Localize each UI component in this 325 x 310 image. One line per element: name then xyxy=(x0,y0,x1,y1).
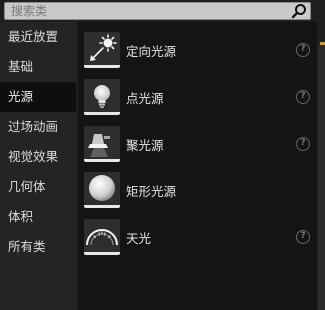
help-icon[interactable]: ? xyxy=(296,137,310,151)
accent-marker xyxy=(320,42,325,45)
category-geometry[interactable]: 几何体 xyxy=(0,172,76,202)
spot-light-icon xyxy=(84,126,120,162)
directional-light-icon xyxy=(84,32,120,68)
search-icon[interactable] xyxy=(290,3,308,19)
category-visual-effects[interactable]: 视觉效果 xyxy=(0,142,76,172)
place-actors-panel: 最近放置 基础 光源 过场动画 视觉效果 几何体 体积 所有类 xyxy=(0,0,325,310)
help-icon[interactable]: ? xyxy=(296,230,310,244)
list-item-sky-light[interactable]: 天光 ? xyxy=(84,214,310,260)
search-bar xyxy=(4,2,311,20)
sky-light-icon xyxy=(84,219,120,255)
list-item-rect-light[interactable]: 矩形光源 xyxy=(84,167,310,213)
item-label: 聚光源 xyxy=(126,137,164,153)
list-item-point-light[interactable]: 点光源 ? xyxy=(84,74,310,120)
help-icon[interactable]: ? xyxy=(296,90,310,104)
item-label: 定向光源 xyxy=(126,43,177,59)
category-volumes[interactable]: 体积 xyxy=(0,202,76,232)
category-sidebar: 最近放置 基础 光源 过场动画 视觉效果 几何体 体积 所有类 xyxy=(0,22,76,310)
item-label: 天光 xyxy=(126,230,152,246)
list-item-directional-light[interactable]: 定向光源 ? xyxy=(84,27,310,73)
rect-light-icon xyxy=(84,172,120,208)
category-basic[interactable]: 基础 xyxy=(0,52,76,82)
list-item-spot-light[interactable]: 聚光源 ? xyxy=(84,121,310,167)
actor-list: 定向光源 ? 点光源 ? 聚光源 ? 矩形光源 天光 ? xyxy=(78,22,317,310)
category-lights[interactable]: 光源 xyxy=(0,82,76,112)
point-light-icon xyxy=(84,79,120,115)
category-all-classes[interactable]: 所有类 xyxy=(0,232,76,262)
panel-edge xyxy=(318,42,325,310)
search-input[interactable] xyxy=(5,3,290,19)
help-icon[interactable]: ? xyxy=(296,43,310,57)
category-recent[interactable]: 最近放置 xyxy=(0,22,76,52)
category-cinematic[interactable]: 过场动画 xyxy=(0,112,76,142)
item-label: 点光源 xyxy=(126,90,164,106)
item-label: 矩形光源 xyxy=(126,183,177,199)
